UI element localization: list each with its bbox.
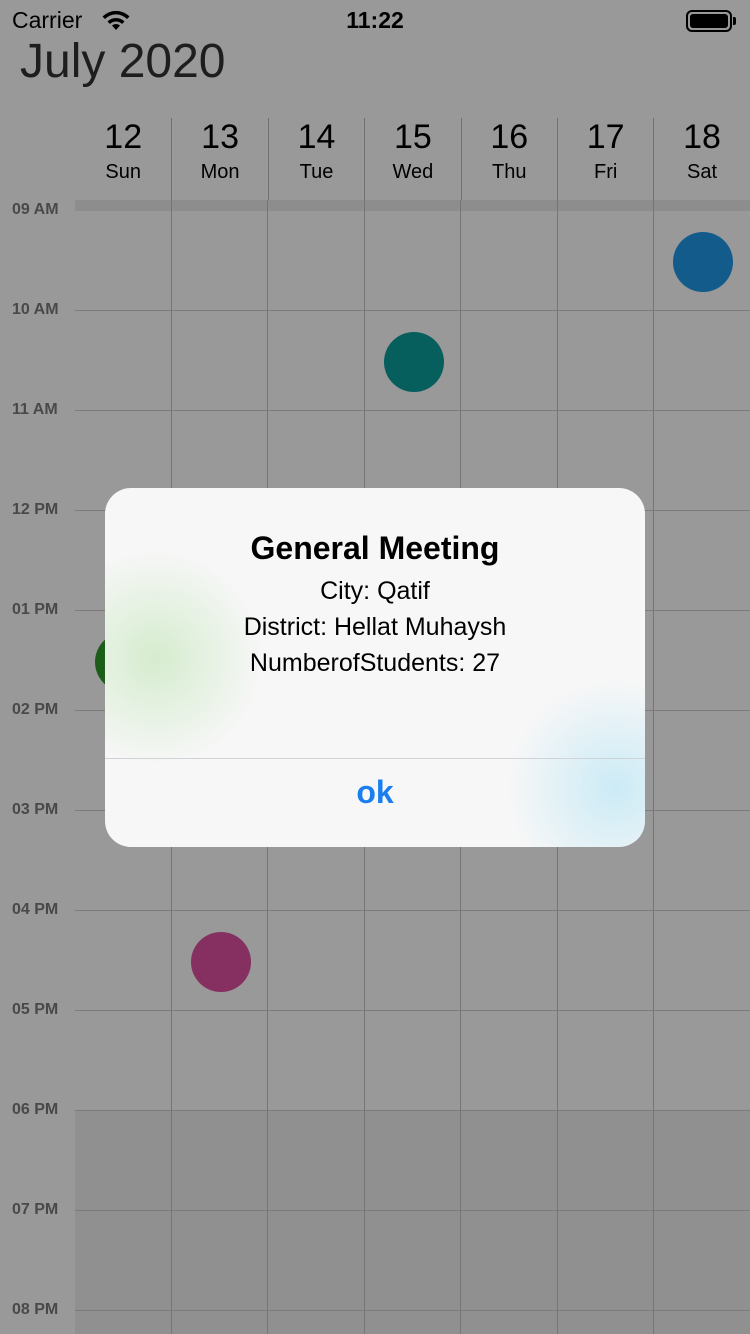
ok-button[interactable]: ok (105, 759, 645, 847)
alert-students: NumberofStudents: 27 (249, 649, 501, 677)
alert-title: General Meeting (250, 530, 500, 566)
alert-district: District: Hellat Muhaysh (243, 613, 507, 641)
alert-city: City: Qatif (320, 577, 430, 605)
appointment-alert-dialog: General Meeting City: Qatif District: He… (105, 488, 645, 847)
